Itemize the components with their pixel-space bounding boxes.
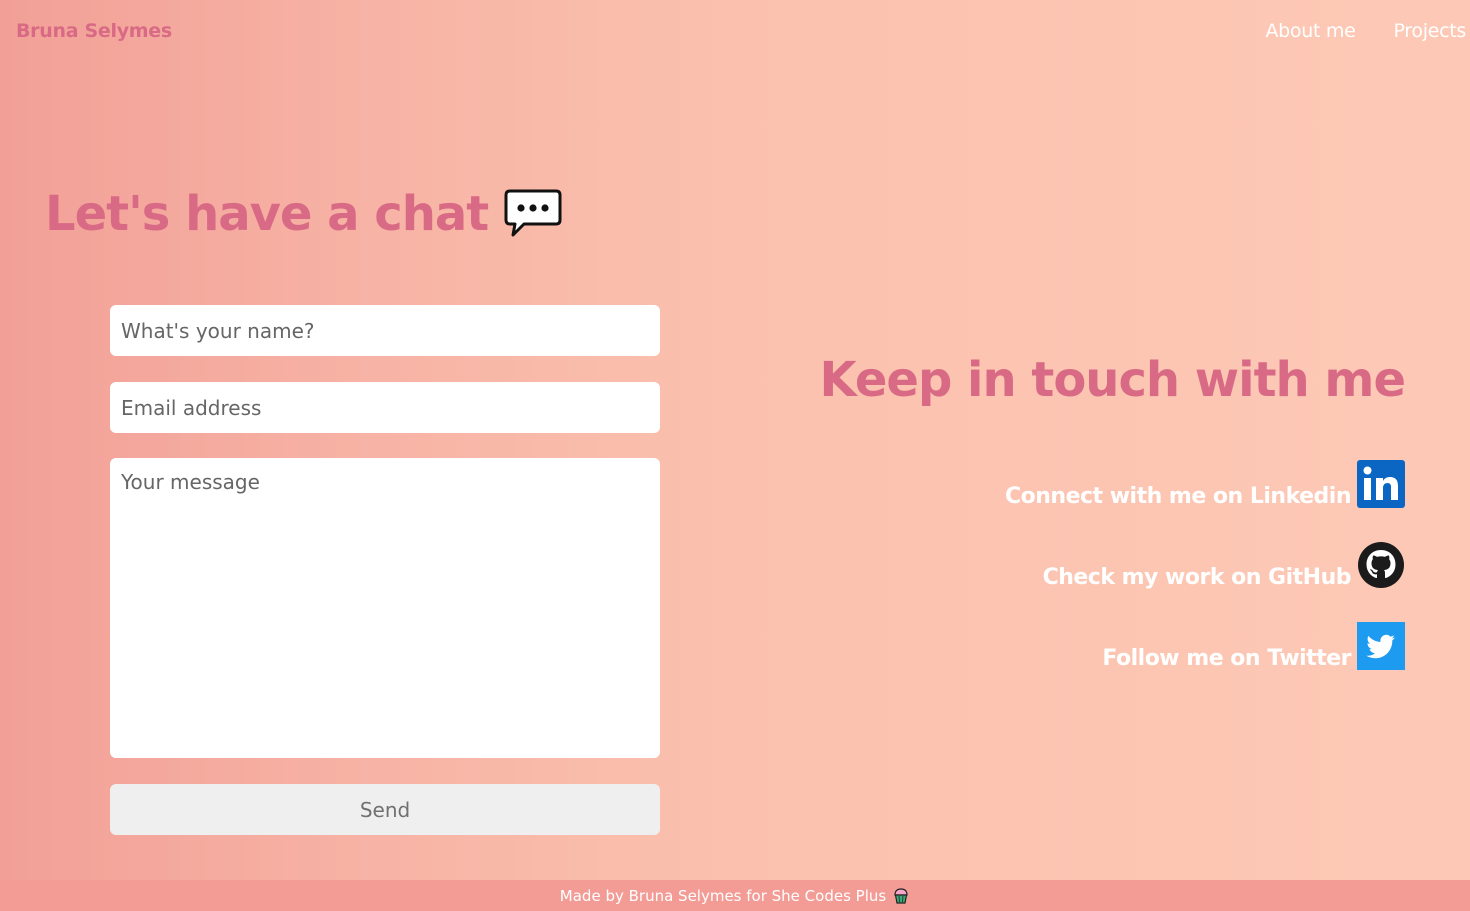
- chat-heading: Let's have a chat: [45, 186, 562, 242]
- cupcake-icon: [892, 887, 910, 905]
- speech-bubble-icon: [504, 188, 562, 240]
- github-link[interactable]: Check my work on GitHub: [1043, 541, 1405, 589]
- linkedin-link-label: Connect with me on Linkedin: [1005, 484, 1352, 509]
- keep-in-touch-heading: Keep in touch with me: [819, 352, 1406, 408]
- nav-projects[interactable]: Projects: [1393, 20, 1466, 42]
- brand-logo-link[interactable]: Bruna Selymes: [16, 20, 172, 42]
- github-icon: [1357, 541, 1405, 589]
- top-nav: About me Projects: [1265, 20, 1466, 42]
- linkedin-icon: [1357, 460, 1405, 508]
- github-link-label: Check my work on GitHub: [1042, 565, 1352, 590]
- send-button[interactable]: Send: [110, 784, 660, 835]
- twitter-link-label: Follow me on Twitter: [1102, 646, 1351, 671]
- twitter-icon: [1357, 622, 1405, 670]
- linkedin-link[interactable]: Connect with me on Linkedin: [1005, 460, 1405, 508]
- twitter-link[interactable]: Follow me on Twitter: [1102, 622, 1405, 670]
- email-input[interactable]: [110, 382, 660, 433]
- nav-about-me[interactable]: About me: [1265, 20, 1355, 42]
- footer-credit-text: Made by Bruna Selymes for She Codes Plus: [559, 886, 887, 905]
- name-input[interactable]: [110, 305, 660, 356]
- chat-heading-text: Let's have a chat: [45, 186, 489, 242]
- page-footer: Made by Bruna Selymes for She Codes Plus: [0, 880, 1470, 911]
- message-textarea[interactable]: [110, 458, 660, 758]
